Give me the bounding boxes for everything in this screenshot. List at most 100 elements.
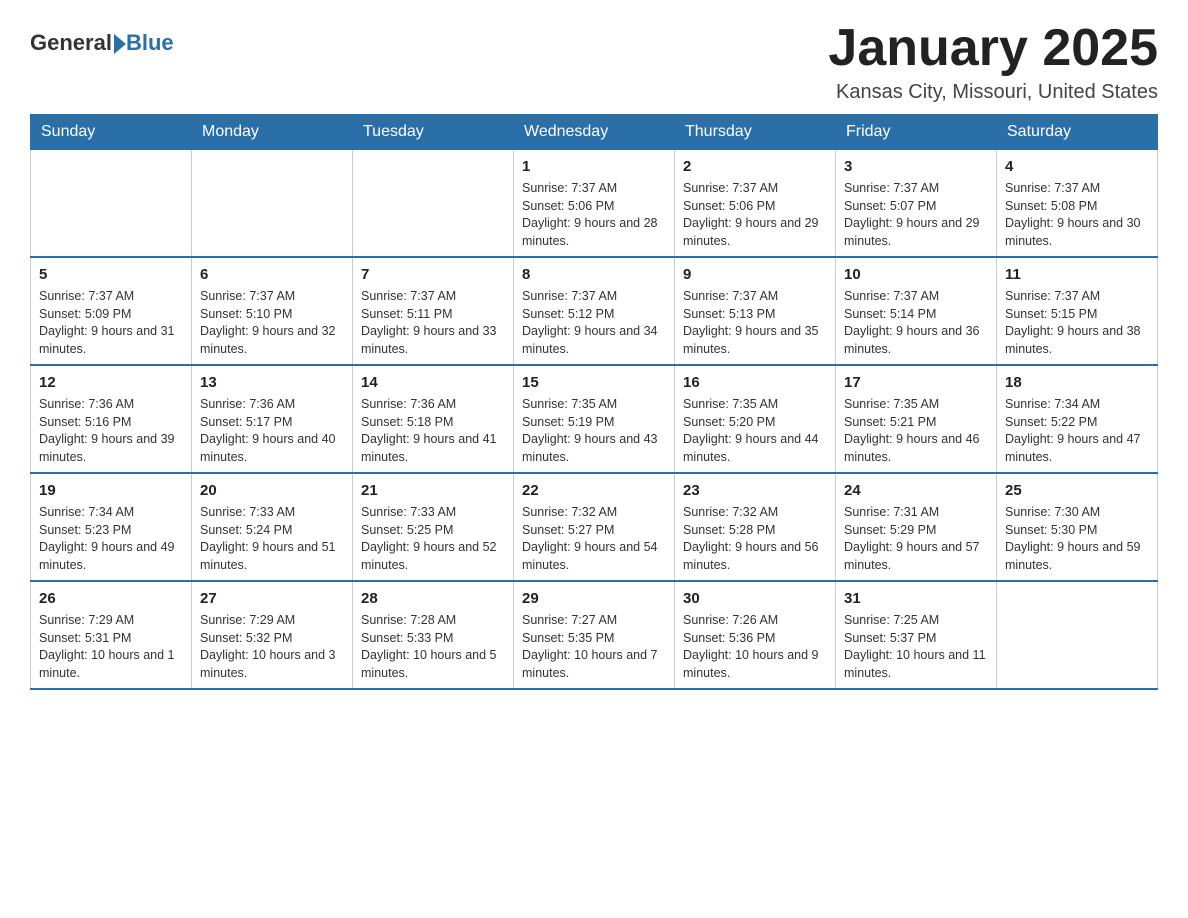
sunrise-text: Sunrise: 7:36 AM — [361, 397, 456, 411]
calendar-day-cell: 19Sunrise: 7:34 AMSunset: 5:23 PMDayligh… — [31, 473, 192, 581]
day-number: 17 — [844, 372, 988, 393]
calendar-day-cell: 28Sunrise: 7:28 AMSunset: 5:33 PMDayligh… — [353, 581, 514, 689]
calendar-day-cell: 20Sunrise: 7:33 AMSunset: 5:24 PMDayligh… — [192, 473, 353, 581]
daylight-text: Daylight: 9 hours and 46 minutes. — [844, 432, 980, 464]
day-number: 10 — [844, 264, 988, 285]
day-number: 5 — [39, 264, 183, 285]
daylight-text: Daylight: 9 hours and 30 minutes. — [1005, 216, 1141, 248]
sunset-text: Sunset: 5:08 PM — [1005, 199, 1097, 213]
daylight-text: Daylight: 10 hours and 5 minutes. — [361, 648, 497, 680]
daylight-text: Daylight: 9 hours and 59 minutes. — [1005, 540, 1141, 572]
calendar-day-cell: 15Sunrise: 7:35 AMSunset: 5:19 PMDayligh… — [514, 365, 675, 473]
sunrise-text: Sunrise: 7:27 AM — [522, 613, 617, 627]
sunset-text: Sunset: 5:09 PM — [39, 307, 131, 321]
day-number: 15 — [522, 372, 666, 393]
sunrise-text: Sunrise: 7:29 AM — [39, 613, 134, 627]
day-number: 23 — [683, 480, 827, 501]
sunrise-text: Sunrise: 7:36 AM — [39, 397, 134, 411]
day-number: 28 — [361, 588, 505, 609]
day-number: 12 — [39, 372, 183, 393]
daylight-text: Daylight: 9 hours and 32 minutes. — [200, 324, 336, 356]
calendar-day-cell: 24Sunrise: 7:31 AMSunset: 5:29 PMDayligh… — [836, 473, 997, 581]
calendar-week-row: 5 Sunrise: 7:37 AM Sunset: 5:09 PM Daylight… — [31, 257, 1158, 365]
day-of-week-header: Monday — [192, 115, 353, 150]
calendar-day-cell: 31Sunrise: 7:25 AMSunset: 5:37 PMDayligh… — [836, 581, 997, 689]
sunrise-text: Sunrise: 7:31 AM — [844, 505, 939, 519]
calendar-day-cell: 22Sunrise: 7:32 AMSunset: 5:27 PMDayligh… — [514, 473, 675, 581]
daylight-text: Daylight: 9 hours and 29 minutes. — [844, 216, 980, 248]
calendar-header-row: SundayMondayTuesdayWednesdayThursdayFrid… — [31, 115, 1158, 150]
day-of-week-header: Friday — [836, 115, 997, 150]
logo-arrow-icon — [114, 34, 126, 54]
sunset-text: Sunset: 5:11 PM — [361, 307, 453, 321]
sunset-text: Sunset: 5:07 PM — [844, 199, 936, 213]
calendar-day-cell — [353, 150, 514, 258]
day-number: 21 — [361, 480, 505, 501]
calendar-week-row: 12 Sunrise: 7:36 AM Sunset: 5:16 PM Dayligh… — [31, 365, 1158, 473]
sunset-text: Sunset: 5:24 PM — [200, 523, 292, 537]
sunset-text: Sunset: 5:16 PM — [39, 415, 131, 429]
sunset-text: Sunset: 5:30 PM — [1005, 523, 1097, 537]
sunrise-text: Sunrise: 7:32 AM — [683, 505, 778, 519]
daylight-text: Daylight: 9 hours and 36 minutes. — [844, 324, 980, 356]
sunrise-text: Sunrise: 7:37 AM — [522, 181, 617, 195]
daylight-text: Daylight: 10 hours and 3 minutes. — [200, 648, 336, 680]
sunset-text: Sunset: 5:17 PM — [200, 415, 292, 429]
sunset-text: Sunset: 5:32 PM — [200, 631, 292, 645]
sunrise-text: Sunrise: 7:37 AM — [844, 289, 939, 303]
daylight-text: Daylight: 10 hours and 7 minutes. — [522, 648, 658, 680]
sunset-text: Sunset: 5:12 PM — [522, 307, 614, 321]
logo-text-blue: Blue — [126, 30, 174, 56]
day-number: 9 — [683, 264, 827, 285]
calendar-day-cell: 27Sunrise: 7:29 AMSunset: 5:32 PMDayligh… — [192, 581, 353, 689]
day-number: 31 — [844, 588, 988, 609]
calendar-day-cell: 2Sunrise: 7:37 AMSunset: 5:06 PMDaylight… — [675, 150, 836, 258]
calendar-day-cell: 9Sunrise: 7:37 AMSunset: 5:13 PMDaylight… — [675, 257, 836, 365]
calendar-week-row: 19Sunrise: 7:34 AMSunset: 5:23 PMDayligh… — [31, 473, 1158, 581]
sunrise-text: Sunrise: 7:29 AM — [200, 613, 295, 627]
sunset-text: Sunset: 5:10 PM — [200, 307, 292, 321]
daylight-text: Daylight: 9 hours and 57 minutes. — [844, 540, 980, 572]
sunrise-text: Sunrise: 7:25 AM — [844, 613, 939, 627]
sunset-text: Sunset: 5:36 PM — [683, 631, 775, 645]
day-of-week-header: Wednesday — [514, 115, 675, 150]
sunset-text: Sunset: 5:37 PM — [844, 631, 936, 645]
sunset-text: Sunset: 5:18 PM — [361, 415, 453, 429]
calendar-day-cell: 18Sunrise: 7:34 AMSunset: 5:22 PMDayligh… — [997, 365, 1158, 473]
day-number: 29 — [522, 588, 666, 609]
calendar-day-cell: 3Sunrise: 7:37 AMSunset: 5:07 PMDaylight… — [836, 150, 997, 258]
sunrise-text: Sunrise: 7:33 AM — [200, 505, 295, 519]
sunset-text: Sunset: 5:35 PM — [522, 631, 614, 645]
daylight-text: Daylight: 9 hours and 41 minutes. — [361, 432, 497, 464]
calendar-day-cell: 5Sunrise: 7:37 AMSunset: 5:09 PMDaylight… — [31, 257, 192, 365]
sunrise-text: Sunrise: 7:37 AM — [1005, 181, 1100, 195]
calendar-day-cell — [31, 150, 192, 258]
sunrise-text: Sunrise: 7:35 AM — [683, 397, 778, 411]
daylight-text: Daylight: 9 hours and 39 minutes. — [39, 432, 175, 464]
sunset-text: Sunset: 5:15 PM — [1005, 307, 1097, 321]
day-number: 20 — [200, 480, 344, 501]
calendar-title: January 2025 — [828, 20, 1158, 77]
calendar-day-cell: 1Sunrise: 7:37 AMSunset: 5:06 PMDaylight… — [514, 150, 675, 258]
day-number: 13 — [200, 372, 344, 393]
daylight-text: Daylight: 9 hours and 28 minutes. — [522, 216, 658, 248]
page-header: General Blue January 2025 Kansas City, M… — [30, 20, 1158, 104]
calendar-week-row: 1Sunrise: 7:37 AMSunset: 5:06 PMDaylight… — [31, 150, 1158, 258]
sunset-text: Sunset: 5:25 PM — [361, 523, 453, 537]
daylight-text: Daylight: 9 hours and 44 minutes. — [683, 432, 819, 464]
daylight-text: Daylight: 9 hours and 29 minutes. — [683, 216, 819, 248]
daylight-text: Daylight: 9 hours and 38 minutes. — [1005, 324, 1141, 356]
calendar-week-row: 26Sunrise: 7:29 AMSunset: 5:31 PMDayligh… — [31, 581, 1158, 689]
day-number: 2 — [683, 156, 827, 177]
day-number: 19 — [39, 480, 183, 501]
calendar-table: SundayMondayTuesdayWednesdayThursdayFrid… — [30, 114, 1158, 690]
sunset-text: Sunset: 5:29 PM — [844, 523, 936, 537]
calendar-day-cell: 10Sunrise: 7:37 AMSunset: 5:14 PMDayligh… — [836, 257, 997, 365]
day-number: 14 — [361, 372, 505, 393]
calendar-day-cell: 12 Sunrise: 7:36 AM Sunset: 5:16 PM Dayligh… — [31, 365, 192, 473]
calendar-day-cell: 6Sunrise: 7:37 AMSunset: 5:10 PMDaylight… — [192, 257, 353, 365]
sunrise-text: Sunrise: 7:36 AM — [200, 397, 295, 411]
sunset-text: Sunset: 5:06 PM — [522, 199, 614, 213]
calendar-day-cell: 17Sunrise: 7:35 AMSunset: 5:21 PMDayligh… — [836, 365, 997, 473]
sunset-text: Sunset: 5:19 PM — [522, 415, 614, 429]
